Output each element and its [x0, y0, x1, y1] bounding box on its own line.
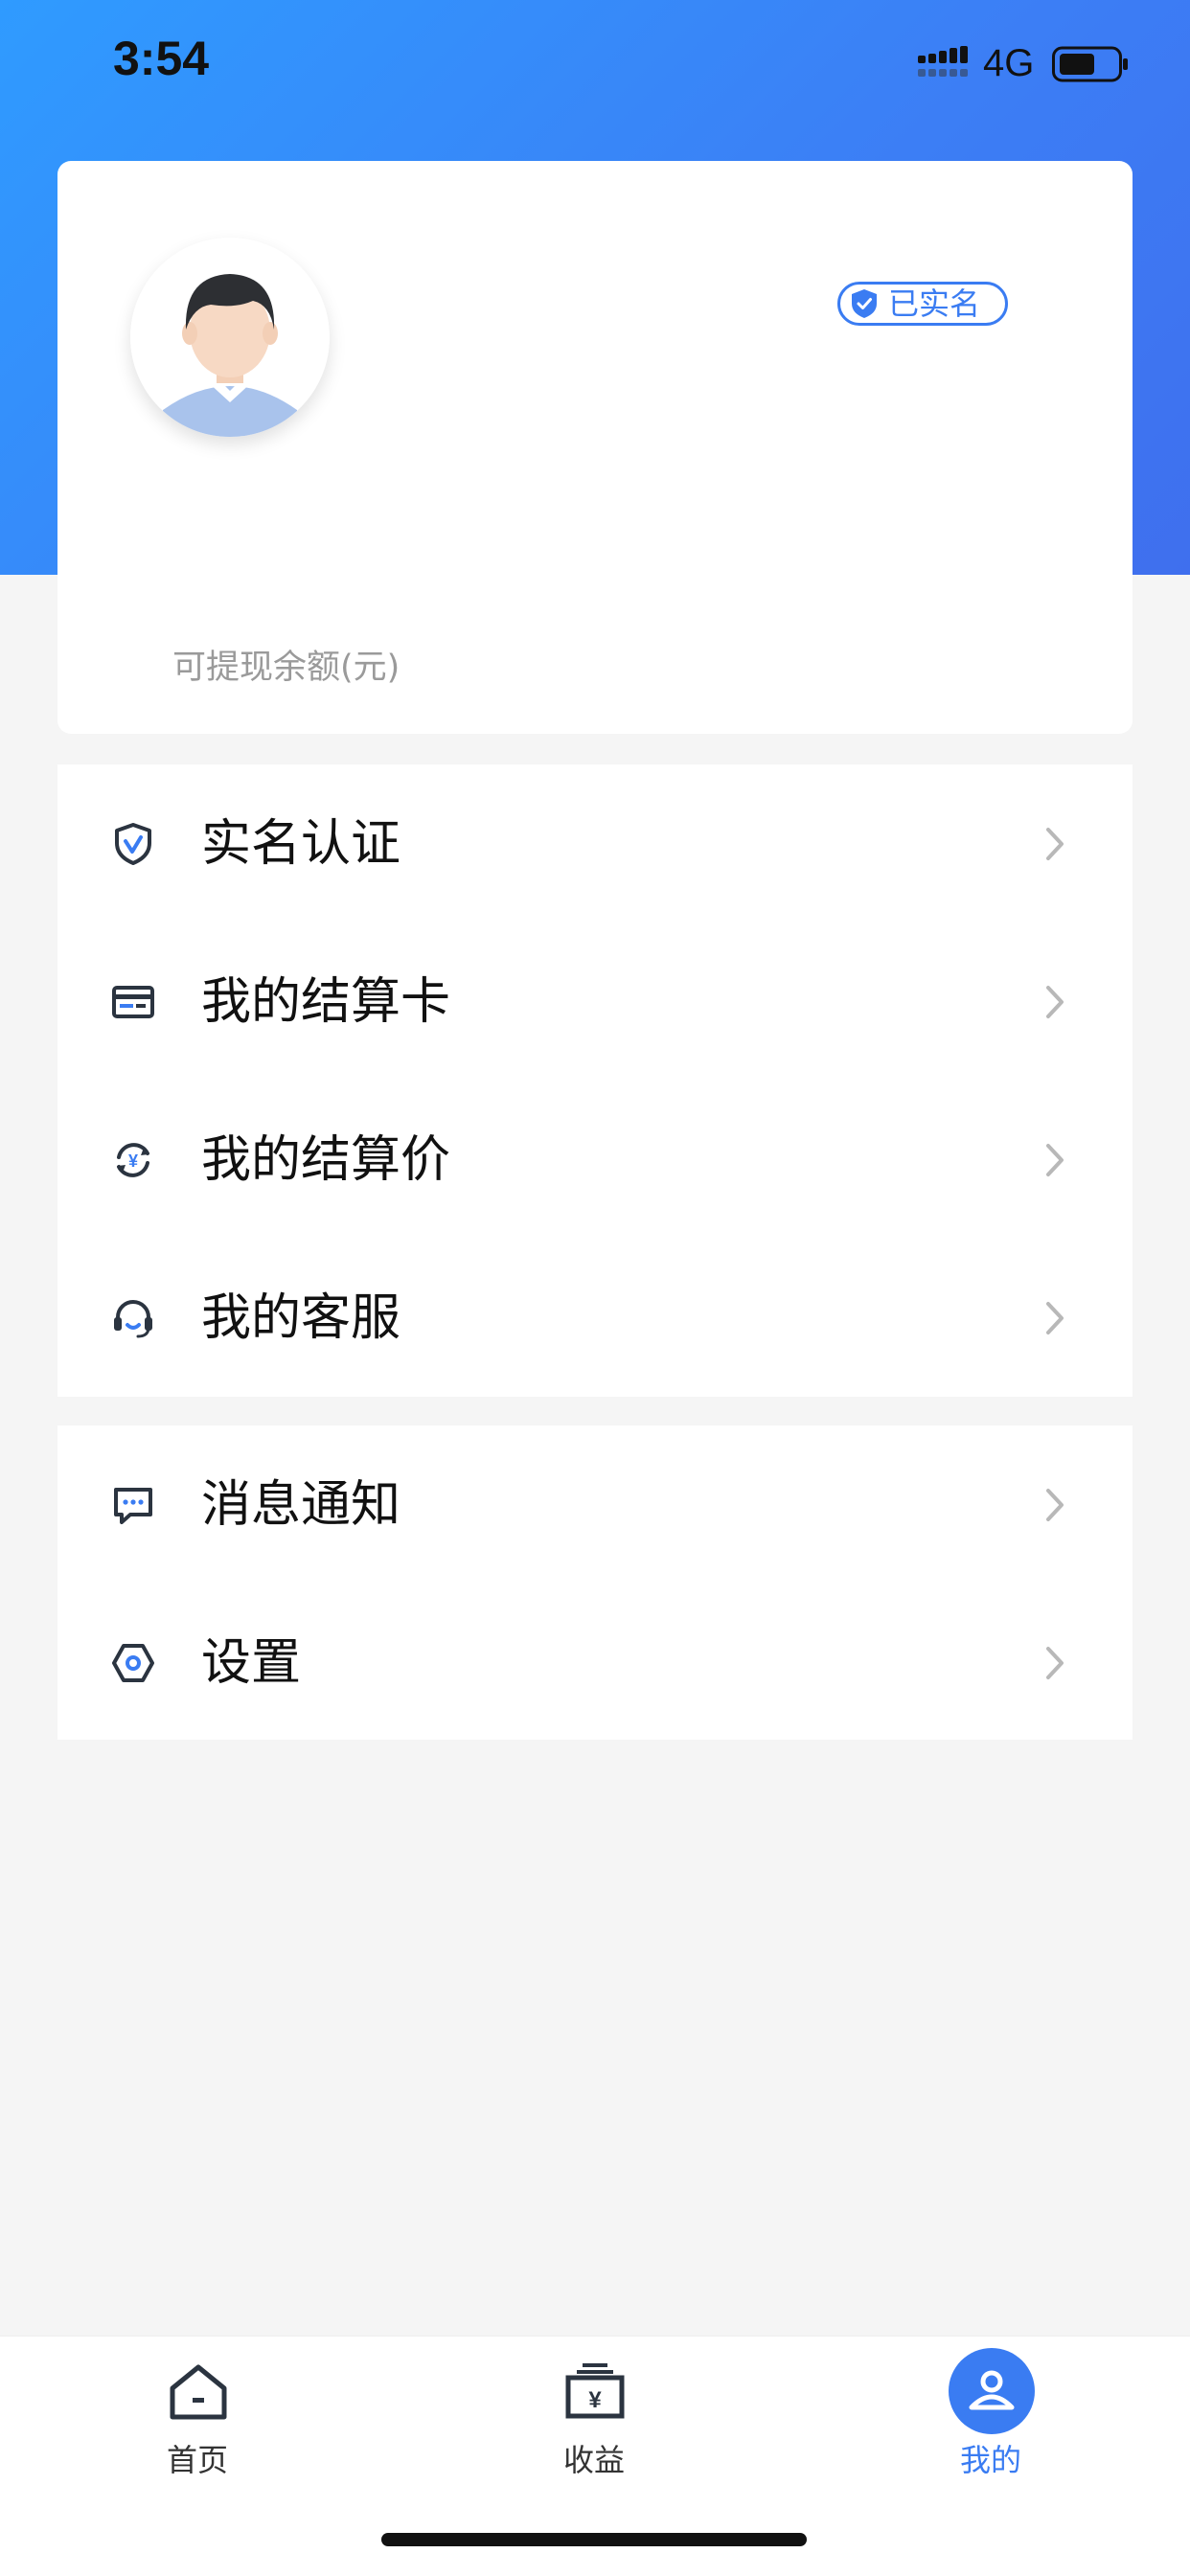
- tab-earnings[interactable]: ¥ 收益: [479, 2337, 709, 2499]
- tab-mine-label: 我的: [959, 2442, 1021, 2478]
- verified-badge-label: 已实名: [888, 285, 981, 322]
- menu-item-real-name-verification[interactable]: 实名认证: [57, 764, 1133, 923]
- tab-home[interactable]: 首页: [82, 2337, 312, 2499]
- settings-icon: [112, 1644, 154, 1682]
- status-time: 3:54: [113, 32, 210, 85]
- svg-text:¥: ¥: [588, 2387, 602, 2413]
- headset-icon: [114, 1300, 152, 1338]
- status-bar: 3:54 4G: [0, 0, 1190, 134]
- active-tab-indicator: [949, 2348, 1035, 2434]
- battery-icon: [1052, 46, 1128, 82]
- message-icon: [114, 1488, 152, 1524]
- balance-label: 可提现余额(元): [172, 649, 400, 687]
- chevron-right-icon: [1046, 1647, 1064, 1679]
- signal-icon: [918, 46, 968, 77]
- menu-group-account: 实名认证 我的结算卡 ¥ 我的结算价 我的客服: [57, 764, 1133, 1397]
- home-indicator: [381, 2533, 807, 2546]
- avatar[interactable]: [130, 238, 330, 437]
- verified-badge: 已实名: [837, 282, 1008, 326]
- svg-text:¥: ¥: [128, 1151, 138, 1171]
- chevron-right-icon: [1046, 986, 1064, 1018]
- tab-mine[interactable]: 我的: [876, 2337, 1106, 2499]
- avatar-illustration: [130, 238, 330, 437]
- menu-item-customer-service[interactable]: 我的客服: [57, 1239, 1133, 1397]
- chevron-right-icon: [1046, 1144, 1064, 1176]
- menu-group-system: 消息通知 设置: [57, 1425, 1133, 1740]
- chevron-right-icon: [1046, 1302, 1064, 1334]
- menu-item-notifications[interactable]: 消息通知: [57, 1425, 1133, 1584]
- menu-item-settlement-card[interactable]: 我的结算卡: [57, 923, 1133, 1081]
- menu-item-settlement-price[interactable]: ¥ 我的结算价: [57, 1081, 1133, 1239]
- menu-item-label: 消息通知: [201, 1476, 401, 1534]
- tab-earnings-label: 收益: [562, 2442, 625, 2478]
- menu-item-label: 我的结算卡: [201, 973, 451, 1031]
- chevron-right-icon: [1046, 828, 1064, 860]
- user-icon: [969, 2370, 1015, 2410]
- profile-card: 已实名 可提现余额(元): [57, 161, 1133, 734]
- menu-item-label: 我的客服: [201, 1289, 401, 1347]
- home-icon: [170, 2364, 227, 2420]
- menu-item-settings[interactable]: 设置: [57, 1584, 1133, 1742]
- menu-item-label: 实名认证: [201, 815, 401, 873]
- shield-check-icon: [115, 823, 151, 865]
- menu-item-label: 设置: [201, 1634, 302, 1692]
- yuan-refresh-icon: ¥: [117, 1143, 149, 1177]
- chevron-right-icon: [1046, 1489, 1064, 1521]
- shield-check-icon: [852, 289, 877, 318]
- card-icon: [112, 986, 154, 1018]
- network-type: 4G: [983, 42, 1035, 84]
- earnings-icon: ¥: [565, 2363, 625, 2419]
- tab-home-label: 首页: [166, 2442, 228, 2478]
- menu-item-label: 我的结算价: [201, 1131, 451, 1189]
